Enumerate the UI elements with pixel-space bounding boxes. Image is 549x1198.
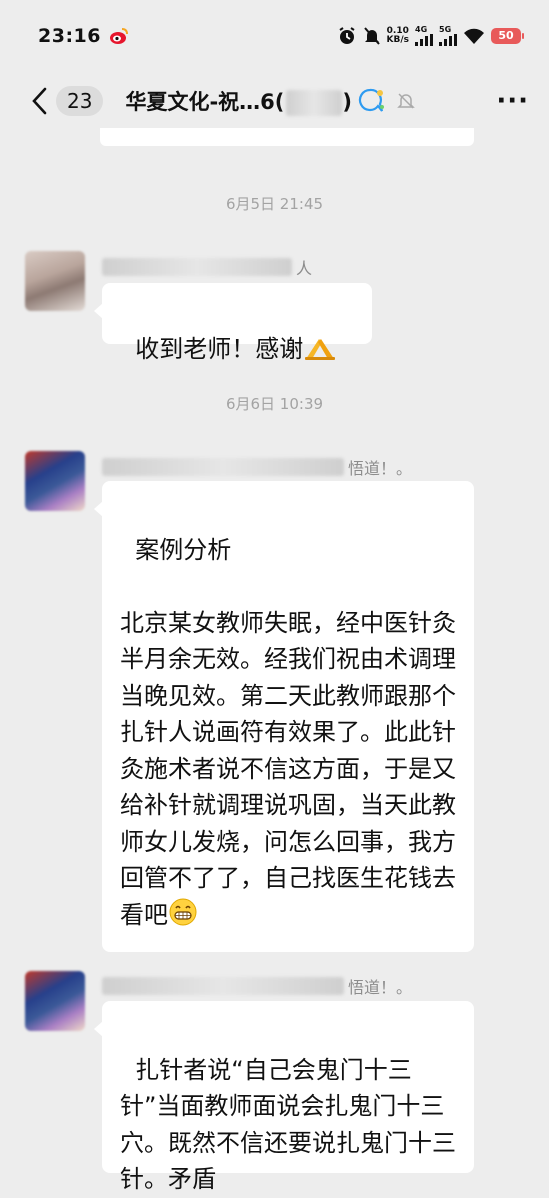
message-timestamp: 6月6日 10:39 — [225, 395, 324, 413]
sender-name: 人 — [102, 255, 312, 279]
battery-indicator: 50 — [491, 28, 524, 44]
ai-assistant-icon[interactable] — [356, 87, 386, 115]
message-bubble[interactable]: 扎针者说“自己会鬼门十三针”当面教师面说会扎鬼门十三穴。既然不信还要说扎鬼门十三… — [94, 1001, 474, 1193]
redacted-text — [102, 258, 292, 276]
status-time: 23:16 — [38, 25, 101, 47]
avatar[interactable] — [25, 971, 85, 1031]
sender-name: 悟道！。 — [102, 974, 412, 998]
pray-emoji — [305, 338, 336, 360]
weibo-icon — [109, 28, 128, 44]
avatar[interactable] — [25, 251, 85, 311]
message-text: 扎针者说“自己会鬼门十三针”当面教师面说会扎鬼门十三穴。既然不信还要说扎鬼门十三… — [120, 1055, 456, 1194]
sender-name: 悟道！。 — [102, 455, 412, 479]
chat-header: 23 华夏文化-祝…6() ··· — [0, 72, 549, 130]
status-bar: 23:16 0.10 KB/s 4G 5G 50 — [0, 0, 549, 72]
redacted-text — [102, 458, 344, 476]
signal-5g: 5G — [439, 26, 457, 46]
message-text: 案例分析 北京某女教师失眠，经中医针灸半月余无效。经我们祝由术调理当晚见效。第二… — [120, 535, 456, 929]
back-icon[interactable] — [30, 86, 48, 116]
mute-icon — [363, 27, 380, 45]
message-timestamp: 6月5日 21:45 — [225, 195, 324, 213]
redacted-text — [286, 90, 343, 116]
message-bubble[interactable]: 案例分析 北京某女教师失眠，经中医针灸半月余无效。经我们祝由术调理当晚见效。第二… — [94, 481, 474, 952]
bell-off-icon — [397, 93, 415, 109]
redacted-text — [102, 977, 344, 995]
chat-title[interactable]: 华夏文化-祝…6() — [125, 86, 352, 116]
wifi-icon — [464, 28, 484, 44]
previous-message-bubble[interactable] — [100, 128, 474, 146]
message-bubble[interactable]: 收到老师！感谢 — [94, 283, 372, 363]
grin-emoji — [169, 898, 197, 925]
avatar[interactable] — [25, 451, 85, 511]
alarm-icon — [338, 27, 355, 44]
signal-4g: 4G — [415, 26, 433, 46]
net-speed: 0.10 KB/s — [386, 26, 409, 45]
unread-count-badge[interactable]: 23 — [56, 86, 104, 116]
message-text: 收到老师！感谢 — [135, 334, 304, 363]
more-options-icon[interactable]: ··· — [496, 86, 529, 116]
